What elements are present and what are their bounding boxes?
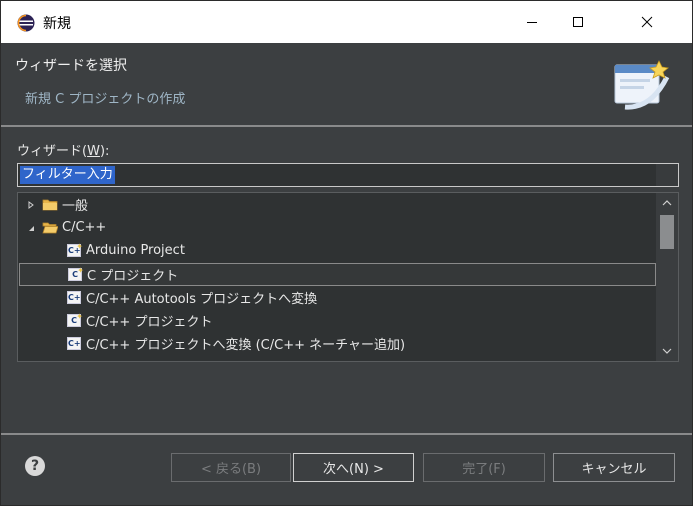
window-title: 新規	[43, 16, 71, 32]
tree-item-cpp-nature-convert[interactable]: C+ C/C++ プロジェクトへ変換 (C/C++ ネーチャー追加)	[18, 332, 656, 355]
tree-vertical-scrollbar[interactable]	[656, 193, 678, 361]
minimize-icon	[527, 22, 537, 23]
cpp-convert-icon: C+	[67, 337, 81, 350]
tree-item-label: C/C++ プロジェクトへ変換 (C/C++ ネーチャー追加)	[86, 338, 406, 353]
chevron-up-icon	[662, 200, 672, 206]
wizard-label-prefix: ウィザード(	[17, 144, 88, 159]
filter-input-trailing	[656, 164, 678, 186]
chevron-down-icon	[662, 348, 672, 354]
tree-item-arduino-project[interactable]: C+ ✦ Arduino Project	[18, 239, 656, 262]
expand-arrow-icon[interactable]	[24, 198, 38, 212]
tree-item-label: C/C++ プロジェクト	[86, 315, 213, 330]
title-bar[interactable]: 新規	[1, 1, 692, 43]
c-project-icon: C ✦	[67, 266, 84, 283]
maximize-button[interactable]	[555, 1, 601, 43]
tree-item-label: C プロジェクト	[87, 269, 179, 284]
collapse-arrow-icon[interactable]	[24, 221, 38, 235]
tree-item-label: 一般	[62, 199, 89, 214]
wizard-label-mnemonic: W	[87, 144, 100, 159]
filter-input-value: フィルター入力	[20, 166, 115, 184]
wizard-tree[interactable]: 一般 C/C++ C+ ✦ Arduino Project C ✦ C プロジェクト	[17, 192, 679, 362]
finish-button[interactable]: 完了(F)	[423, 453, 545, 482]
wizard-label-suffix: ):	[99, 144, 110, 159]
scroll-down-button[interactable]	[656, 341, 678, 361]
maximize-icon	[573, 17, 583, 27]
footer-separator	[1, 433, 692, 435]
tree-item-general[interactable]: 一般	[18, 193, 656, 216]
cpp-project-icon: C+ ✦	[67, 242, 83, 257]
tree-item-cpp-project[interactable]: C ✦ C/C++ プロジェクト	[18, 309, 656, 332]
wizard-banner-icon	[614, 60, 670, 110]
folder-icon	[42, 197, 58, 213]
next-button[interactable]: 次へ(N) >	[293, 453, 414, 482]
filter-input[interactable]: フィルター入力	[17, 163, 679, 187]
folder-open-icon	[42, 220, 58, 236]
wizard-header-description: 新規 C プロジェクトの作成	[25, 92, 186, 107]
tree-item-label: C/C++ Autotools プロジェクトへ変換	[86, 292, 318, 307]
tree-item-cpp-autotools-convert[interactable]: C+ C/C++ Autotools プロジェクトへ変換	[18, 286, 656, 309]
wizard-header: ウィザードを選択 新規 C プロジェクトの作成	[1, 43, 692, 125]
tree-item-label: Arduino Project	[86, 243, 185, 258]
wizard-label: ウィザード(W):	[17, 140, 109, 159]
tree-item-c-project[interactable]: C ✦ C プロジェクト	[19, 263, 656, 286]
minimize-button[interactable]	[509, 1, 555, 43]
close-button[interactable]	[601, 1, 692, 43]
cpp-convert-icon: C+	[67, 291, 81, 304]
scroll-up-button[interactable]	[656, 193, 678, 213]
wizard-header-title: ウィザードを選択	[15, 58, 127, 74]
tree-item-label: C/C++	[62, 220, 107, 235]
back-button[interactable]: < 戻る(B)	[171, 453, 291, 482]
cancel-button[interactable]: キャンセル	[553, 453, 675, 482]
scrollbar-thumb[interactable]	[660, 215, 674, 249]
new-wizard-dialog: 新規 ウィザードを選択 新規 C プロジェクトの作成 ウィザード(W): フィル…	[0, 0, 693, 506]
eclipse-logo-icon	[17, 14, 35, 32]
close-icon	[641, 16, 653, 28]
tree-item-cpp[interactable]: C/C++	[18, 216, 656, 239]
header-separator	[1, 125, 692, 127]
c-project-icon: C ✦	[66, 312, 83, 329]
help-icon[interactable]: ?	[25, 456, 45, 476]
